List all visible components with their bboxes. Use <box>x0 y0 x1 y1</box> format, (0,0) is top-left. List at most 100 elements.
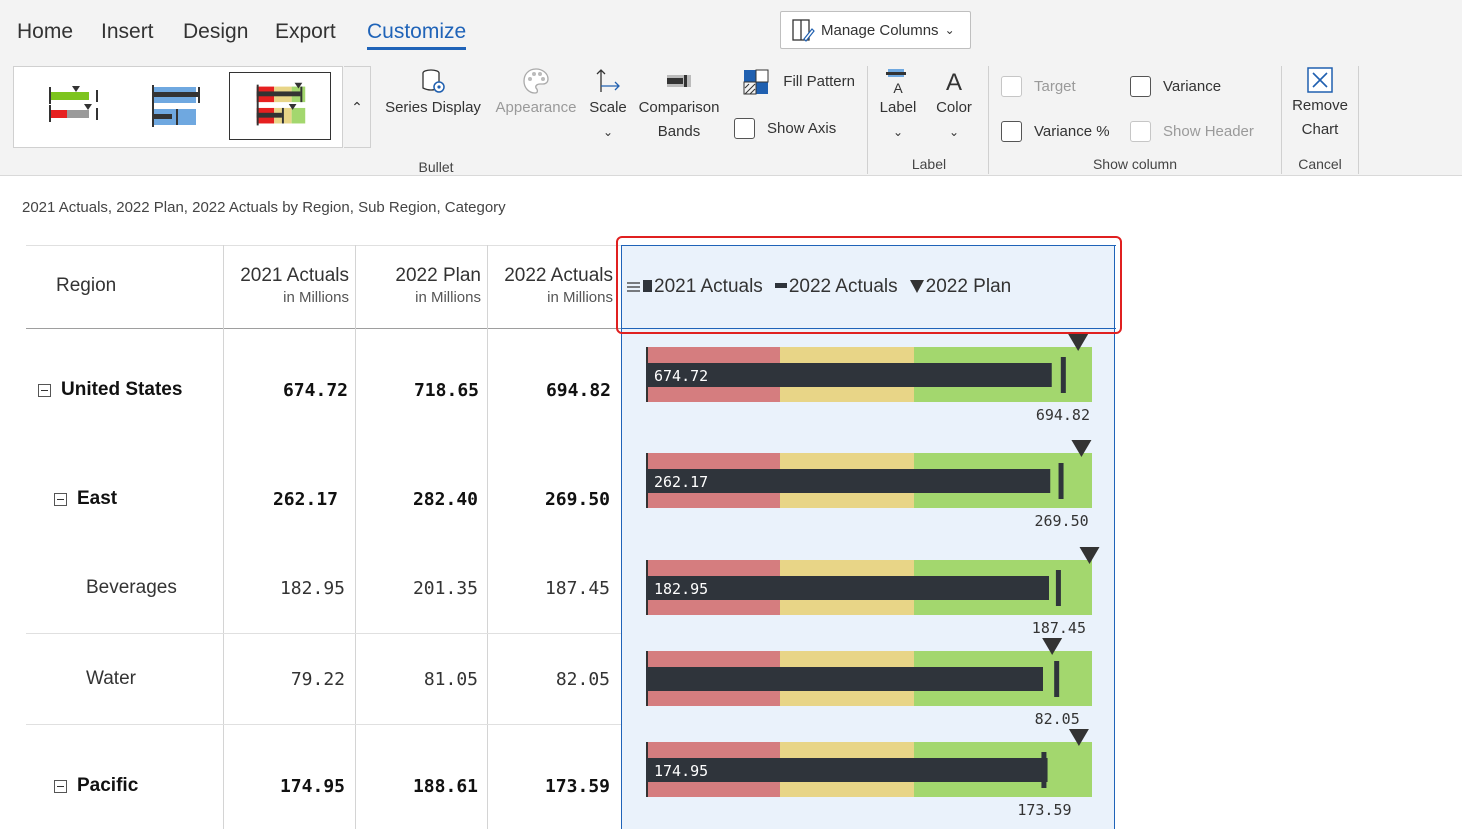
tab-customize[interactable]: Customize <box>367 20 467 50</box>
table-row-label: Beverages <box>86 577 177 599</box>
actual-2022-marker <box>1058 463 1064 499</box>
close-box-icon <box>1307 67 1333 93</box>
col-header-title: 2021 Actuals <box>240 265 349 286</box>
column-divider <box>223 245 224 829</box>
col-header-unit: in Millions <box>283 289 349 306</box>
fill-pattern-button[interactable]: Fill Pattern <box>735 69 855 95</box>
bullet-chart: 674.72 694.82 262.17 269.50 182.95 187.45 82.0… <box>646 334 1100 819</box>
collapse-icon[interactable] <box>54 492 67 506</box>
remove-chart-button[interactable]: Remove Chart <box>1286 66 1354 142</box>
cancel-group-label: Cancel <box>1298 156 1342 172</box>
chart-subtitle: 2021 Actuals, 2022 Plan, 2022 Actuals by… <box>22 199 506 216</box>
row-label-text: Beverages <box>86 577 177 598</box>
chevron-up-icon: ⌃ <box>351 98 363 115</box>
show-header-label: Show Header <box>1163 123 1254 140</box>
col-header-2021-actuals[interactable]: 2021 Actuals in Millions <box>226 265 349 306</box>
fill-pattern-label: Fill Pattern <box>783 73 855 90</box>
cell-2022-plan: 188.61 <box>412 776 478 797</box>
cell-2021-actuals: 674.72 <box>282 380 348 401</box>
bullet-chart-column[interactable]: 2021 Actuals 2022 Actuals 2022 Plan 674.… <box>621 245 1116 829</box>
row-label-text: Pacific <box>77 775 139 796</box>
col-header-unit: in Millions <box>547 289 613 306</box>
tab-design[interactable]: Design <box>183 20 248 44</box>
variance-percent-checkbox[interactable]: Variance % <box>1001 121 1110 142</box>
table-row-label: Pacific <box>54 775 138 797</box>
tab-home[interactable]: Home <box>17 20 73 44</box>
cell-2021-actuals: 262.17 <box>272 489 338 510</box>
cell-2021-actuals: 174.95 <box>279 776 345 797</box>
actual-2022-marker <box>1041 752 1047 788</box>
chevron-down-icon: ⌄ <box>944 23 955 37</box>
cell-2021-actuals: 79.22 <box>290 669 345 690</box>
cell-2022-actuals: 187.45 <box>544 578 610 599</box>
bar-value-label: 174.95 <box>654 762 708 780</box>
show-column-group-label: Show column <box>1092 156 1178 172</box>
col-header-unit: in Millions <box>415 289 481 306</box>
bullet-style-3-option[interactable] <box>229 72 331 140</box>
bar-value-label: 674.72 <box>654 367 708 385</box>
tab-export[interactable]: Export <box>275 20 336 44</box>
target-value-label: 187.45 <box>1032 619 1086 637</box>
region-column-header[interactable]: Region <box>56 275 116 297</box>
comparison-bands-label-2: Bands <box>657 123 701 140</box>
label-label: Label <box>879 99 917 116</box>
chevron-down-icon: ⌄ <box>948 125 960 139</box>
col-header-title: 2022 Plan <box>395 265 481 286</box>
cell-2022-plan: 718.65 <box>413 380 479 401</box>
row-label-text: East <box>77 488 118 509</box>
show-axis-checkbox[interactable]: Show Axis <box>734 118 836 139</box>
svg-text:A: A <box>946 69 962 96</box>
variance-checkbox[interactable]: Variance <box>1130 76 1221 97</box>
scale-button[interactable]: Scale ⌄ <box>586 66 630 144</box>
manage-columns-button[interactable]: Manage Columns ⌄ <box>780 11 971 49</box>
bullet-style-1-option[interactable] <box>22 72 124 140</box>
color-label: Color <box>936 99 972 116</box>
show-axis-label: Show Axis <box>767 120 837 137</box>
appearance-button[interactable]: Appearance <box>491 66 581 120</box>
manage-columns-label: Manage Columns <box>821 21 939 39</box>
row-label-text: Water <box>86 668 136 689</box>
comparison-bands-icon <box>667 75 691 87</box>
bullet-style-2-option[interactable] <box>126 72 228 140</box>
column-edit-icon <box>792 19 815 42</box>
gallery-collapse-button[interactable]: ⌃ <box>344 66 371 148</box>
actual-2022-marker <box>1060 357 1066 393</box>
tab-insert[interactable]: Insert <box>101 20 154 44</box>
col-header-2022-actuals[interactable]: 2022 Actuals in Millions <box>488 265 613 306</box>
col-header-2022-plan[interactable]: 2022 Plan in Millions <box>356 265 481 306</box>
ribbon: Home Insert Design Export Customize Mana… <box>0 0 1462 176</box>
color-button[interactable]: A Color ⌄ <box>930 66 978 144</box>
appearance-label: Appearance <box>495 99 577 116</box>
series-display-button[interactable]: Series Display <box>383 66 483 120</box>
fill-pattern-icon <box>743 69 769 95</box>
divider <box>26 245 621 246</box>
collapse-icon[interactable] <box>54 779 67 793</box>
label-button[interactable]: A Label ⌄ <box>874 66 922 144</box>
tab-bar: Home Insert Design Export Customize <box>0 0 1462 60</box>
table-row-label: East <box>54 488 117 510</box>
palette-icon <box>523 68 549 94</box>
cell-2022-actuals: 173.59 <box>544 776 610 797</box>
divider <box>988 66 989 174</box>
divider <box>1281 66 1282 174</box>
column-divider <box>487 245 488 829</box>
chevron-down-icon: ⌄ <box>602 125 614 139</box>
show-header-checkbox[interactable]: Show Header <box>1130 121 1254 142</box>
label-group-label: Label <box>911 156 947 172</box>
svg-text:A: A <box>893 80 903 96</box>
comparison-bands-button[interactable]: Comparison Bands <box>634 66 724 144</box>
table-row-label: United States <box>38 379 182 401</box>
remove-chart-label-1: Remove <box>1292 97 1348 114</box>
variance-label: Variance <box>1163 78 1222 95</box>
chevron-down-icon: ⌄ <box>892 125 904 139</box>
table-row-label: Water <box>86 668 136 690</box>
cell-2022-actuals: 269.50 <box>544 489 610 510</box>
checkbox-box <box>1130 76 1151 97</box>
cell-2022-actuals: 82.05 <box>555 669 610 690</box>
target-value-label: 173.59 <box>1017 801 1071 819</box>
remove-chart-label-2: Chart <box>1301 121 1339 138</box>
series-display-label: Series Display <box>385 99 481 116</box>
target-checkbox[interactable]: Target <box>1001 76 1076 97</box>
collapse-icon[interactable] <box>38 383 51 397</box>
bar-value-label: 262.17 <box>654 473 708 491</box>
